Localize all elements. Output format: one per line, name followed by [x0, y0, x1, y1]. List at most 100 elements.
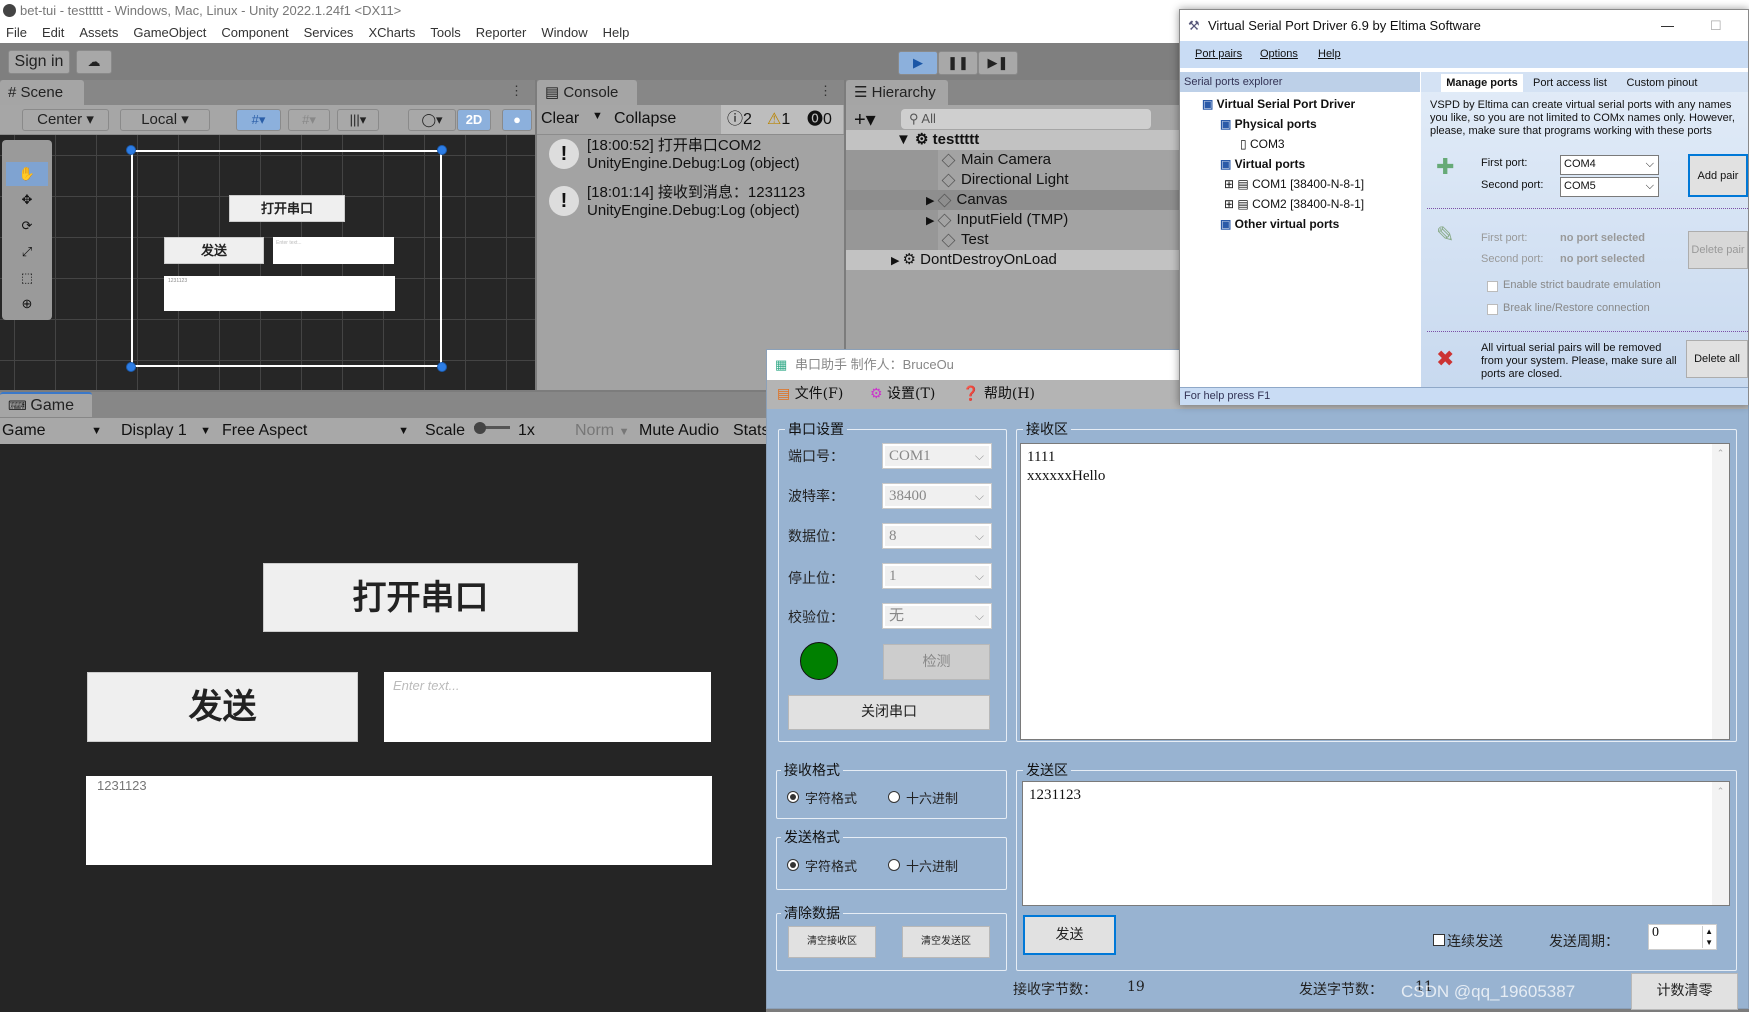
- detect-button[interactable]: 检测: [883, 644, 990, 680]
- rect-handle[interactable]: [126, 145, 136, 155]
- tab-console[interactable]: ▤ Console: [537, 80, 637, 105]
- log-entry[interactable]: ! [18:01:14] 接收到消息：1231123 UnityEngine.De…: [537, 182, 844, 226]
- tab-custom-pinout[interactable]: Custom pinout: [1617, 74, 1707, 92]
- menu-services[interactable]: Services: [304, 22, 354, 43]
- play-button[interactable]: ▶: [898, 51, 938, 75]
- send-text-area[interactable]: 1231123 ⌃: [1022, 781, 1730, 906]
- lighting-toggle[interactable]: ●: [502, 109, 532, 131]
- game-send-button[interactable]: 发送: [87, 672, 358, 742]
- scene-row[interactable]: ▼ ⚙ testtttt: [846, 130, 1179, 150]
- tree-root[interactable]: ▣ Virtual Serial Port Driver: [1184, 94, 1420, 114]
- error-filter[interactable]: ⓿0: [807, 105, 832, 134]
- warning-filter[interactable]: ⚠1: [767, 105, 790, 134]
- snap-increment-button[interactable]: #▾: [288, 109, 330, 131]
- send-period-spinner[interactable]: 0 ▲ ▼: [1648, 924, 1717, 950]
- hierarchy-item[interactable]: Directional Light: [846, 170, 1179, 190]
- pivot-center-dropdown[interactable]: Center ▾: [22, 109, 109, 131]
- delete-all-button[interactable]: Delete all: [1686, 340, 1748, 378]
- scene-view[interactable]: ✋ ✥ ⟳ ⤢ ⬚ ⊕ 打开串口 发送 Enter text... 123112…: [0, 135, 535, 390]
- scrollbar[interactable]: ⌃: [1712, 444, 1729, 739]
- cloud-button[interactable]: ☁: [76, 50, 112, 74]
- menu-help[interactable]: Help: [1318, 41, 1341, 68]
- game-view-dropdown[interactable]: Game ▼: [2, 418, 106, 444]
- break-line-checkbox[interactable]: [1487, 304, 1498, 315]
- receive-text-area[interactable]: 1111 xxxxxxHello ⌃: [1020, 443, 1730, 740]
- game-text-area[interactable]: 1231123: [86, 776, 712, 865]
- tree-other-ports[interactable]: ▣ Other virtual ports: [1184, 214, 1420, 234]
- scrollbar[interactable]: ⌃: [1712, 782, 1729, 905]
- menu-gameobject[interactable]: GameObject: [133, 22, 206, 43]
- parity-select[interactable]: 无: [882, 603, 992, 629]
- continuous-send-checkbox[interactable]: [1433, 934, 1445, 946]
- norm-dropdown[interactable]: Norm ▼: [575, 418, 629, 445]
- aspect-dropdown[interactable]: Free Aspect ▼: [222, 418, 415, 444]
- menu-port-pairs[interactable]: Port pairs: [1195, 41, 1242, 68]
- reset-count-button[interactable]: 计数清零: [1631, 973, 1738, 1010]
- sign-in-button[interactable]: Sign in: [8, 50, 70, 74]
- tree-com1[interactable]: ⊞ ▤ COM1 [38400-N-8-1]: [1184, 174, 1420, 194]
- menu-file[interactable]: ▤ 文件(F): [777, 380, 843, 409]
- menu-options[interactable]: Options: [1260, 41, 1298, 68]
- transform-tool[interactable]: ⊕: [6, 292, 48, 316]
- ruler-button[interactable]: |||▾: [337, 109, 379, 131]
- collapse-toggle[interactable]: Collapse: [614, 110, 676, 128]
- hierarchy-item[interactable]: ▶ Canvas: [846, 190, 1179, 210]
- clear-receive-button[interactable]: 清空接收区: [788, 926, 876, 958]
- delete-pair-button[interactable]: Delete pair: [1688, 231, 1748, 269]
- scene-input-field[interactable]: Enter text...: [273, 237, 394, 264]
- hand-tool[interactable]: ✋: [6, 162, 48, 186]
- data-bits-select[interactable]: 8: [882, 523, 992, 549]
- rect-handle[interactable]: [437, 362, 447, 372]
- first-port-select[interactable]: COM4 ⌵: [1560, 155, 1659, 175]
- second-port-select[interactable]: COM5 ⌵: [1560, 177, 1659, 197]
- game-input-field[interactable]: Enter text...: [384, 672, 711, 742]
- menu-tools[interactable]: Tools: [430, 22, 460, 43]
- hierarchy-search-input[interactable]: ⚲ All: [901, 109, 1151, 129]
- menu-component[interactable]: Component: [221, 22, 288, 43]
- rect-handle[interactable]: [437, 145, 447, 155]
- scene-text-area[interactable]: 1231123: [164, 276, 395, 311]
- hierarchy-item[interactable]: Main Camera: [846, 150, 1179, 170]
- menu-xcharts[interactable]: XCharts: [368, 22, 415, 43]
- tab-scene[interactable]: # Scene: [0, 80, 84, 105]
- create-button[interactable]: +▾: [854, 107, 876, 132]
- recv-hex-radio[interactable]: [888, 791, 900, 803]
- rect-handle[interactable]: [126, 362, 136, 372]
- add-pair-button[interactable]: Add pair: [1688, 154, 1748, 197]
- maximize-button[interactable]: ☐: [1710, 10, 1722, 41]
- step-button[interactable]: ▶❚: [978, 51, 1018, 75]
- gizmos-dropdown[interactable]: ◯▾: [408, 109, 456, 131]
- more-options-icon[interactable]: ⋮: [819, 83, 832, 99]
- scene-send-button[interactable]: 发送: [164, 237, 264, 264]
- tree-virtual-ports[interactable]: ▣ Virtual ports: [1184, 154, 1420, 174]
- rotate-tool[interactable]: ⟳: [6, 214, 48, 238]
- menu-reporter[interactable]: Reporter: [476, 22, 527, 43]
- tree-com3[interactable]: ▯ COM3: [1184, 134, 1420, 154]
- tab-port-access-list[interactable]: Port access list: [1525, 74, 1615, 92]
- tree-physical-ports[interactable]: ▣ Physical ports: [1184, 114, 1420, 134]
- 2d-toggle[interactable]: 2D: [457, 109, 491, 131]
- tab-manage-ports[interactable]: Manage ports: [1441, 74, 1523, 92]
- tree-com2[interactable]: ⊞ ▤ COM2 [38400-N-8-1]: [1184, 194, 1420, 214]
- menu-window[interactable]: Window: [541, 22, 587, 43]
- grid-snap-button[interactable]: #▾: [236, 109, 281, 131]
- clear-options-dropdown[interactable]: ▼: [592, 110, 603, 122]
- scale-slider-thumb[interactable]: [474, 422, 486, 434]
- log-entry[interactable]: ! [18:00:52] 打开串口COM2 UnityEngine.Debug:L…: [537, 135, 844, 179]
- pivot-local-dropdown[interactable]: Local ▾: [120, 109, 210, 131]
- menu-settings[interactable]: ⚙ 设置(T): [870, 380, 935, 409]
- move-tool[interactable]: ✥: [6, 188, 48, 212]
- scale-tool[interactable]: ⤢: [6, 240, 48, 264]
- send-char-radio[interactable]: [787, 859, 799, 871]
- display-dropdown[interactable]: Display 1 ▼: [121, 418, 213, 444]
- strict-baudrate-checkbox[interactable]: [1487, 281, 1498, 292]
- close-port-button[interactable]: 关闭串口: [788, 695, 990, 730]
- pause-button[interactable]: ❚❚: [938, 51, 978, 75]
- stats-toggle[interactable]: Stats: [733, 418, 769, 444]
- clear-button[interactable]: Clear: [541, 110, 579, 128]
- mute-audio-toggle[interactable]: Mute Audio: [639, 418, 719, 444]
- send-hex-radio[interactable]: [888, 859, 900, 871]
- rect-tool[interactable]: ⬚: [6, 266, 48, 290]
- dontdestroy-row[interactable]: ▶ ⚙ DontDestroyOnLoad: [846, 250, 1179, 270]
- tab-game[interactable]: ⌨ Game: [0, 392, 92, 417]
